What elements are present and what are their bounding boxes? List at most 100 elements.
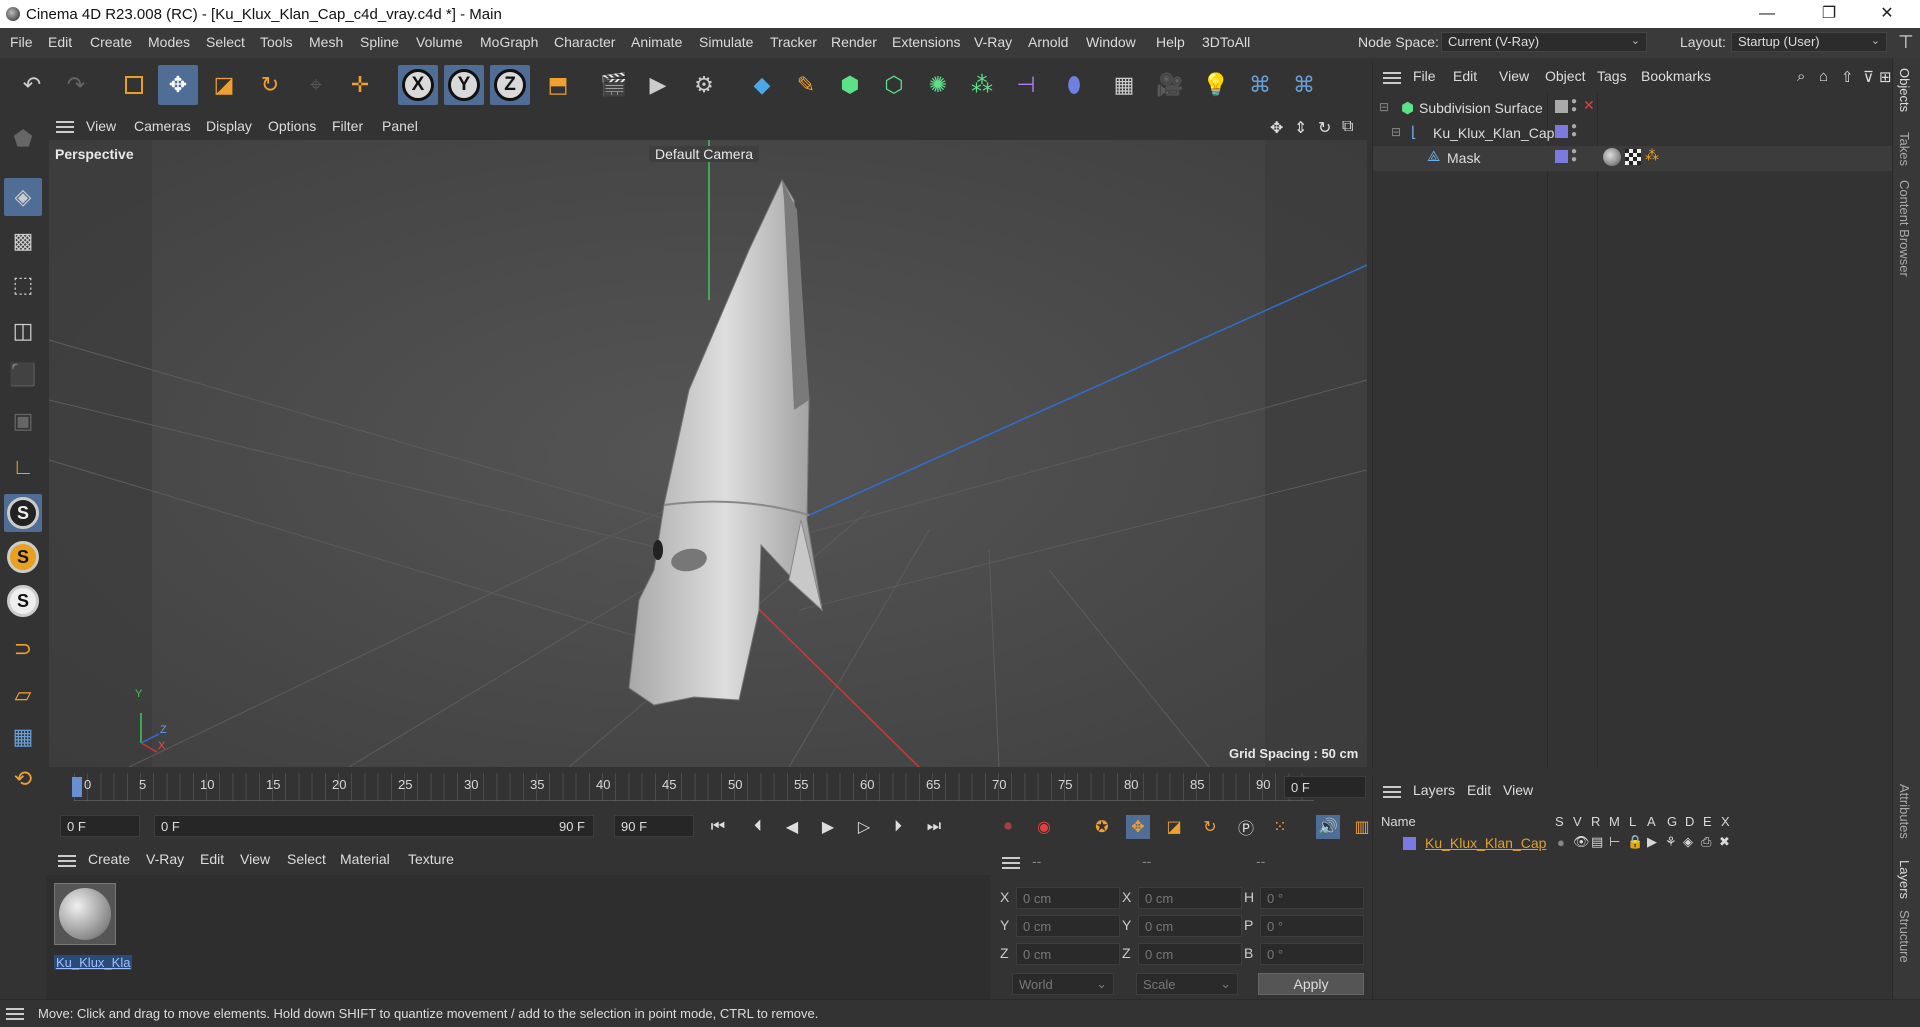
move-icon[interactable]: ✥ [158, 65, 198, 105]
menu-simulate[interactable]: Simulate [699, 34, 753, 50]
layer-menu-view[interactable]: View [1503, 782, 1533, 798]
planar-workplane-icon[interactable]: ⟲ [4, 760, 42, 798]
deformer-icon[interactable]: ⊣ [1006, 65, 1046, 105]
material-menu-texture[interactable]: Texture [408, 851, 454, 867]
key-scale-icon[interactable]: ◪ [1162, 815, 1186, 839]
object-name[interactable]: Mask [1447, 150, 1480, 166]
film-icon[interactable]: ▥ [1350, 815, 1374, 839]
viewport-menu-options[interactable]: Options [268, 118, 316, 134]
points-mode-icon[interactable]: ⬚ [4, 266, 42, 304]
size-mode-dropdown[interactable]: Scale ⌄ [1136, 973, 1238, 995]
visibility-dots-icon[interactable]: ● ● [1571, 122, 1577, 140]
workplane-icon[interactable]: ▱ [4, 676, 42, 714]
preview-range-slider[interactable]: 0 F 90 F [154, 815, 594, 837]
menu-mesh[interactable]: Mesh [309, 34, 343, 50]
size-x-field[interactable]: 0 cm [1138, 887, 1242, 909]
tab-content-browser[interactable]: Content Browser [1897, 180, 1912, 277]
minimize-button[interactable]: — [1744, 2, 1790, 26]
lock-icon[interactable]: 🔒 [1627, 834, 1643, 850]
home-icon[interactable]: ⌂ [1819, 68, 1828, 85]
subdivision-icon[interactable]: ⬢ [830, 65, 870, 105]
viewport-menu-cameras[interactable]: Cameras [134, 118, 191, 134]
object-menu-tags[interactable]: Tags [1597, 68, 1627, 84]
3d-viewport[interactable]: Perspective Default Camera Grid Spacing … [49, 140, 1367, 767]
timeline-playhead[interactable] [72, 777, 82, 797]
generator-flag-icon[interactable]: ⚘ [1665, 834, 1677, 850]
pin-icon[interactable]: ⊤ [1898, 32, 1914, 53]
camera-icon[interactable]: 🎥 [1150, 65, 1190, 105]
polygons-mode-icon[interactable]: ⬛ [4, 356, 42, 394]
snap-icon[interactable]: S [4, 494, 42, 532]
menu-vray[interactable]: V-Ray [974, 34, 1012, 50]
x-axis-icon[interactable]: X [398, 65, 438, 105]
go-to-start-icon[interactable]: ⏮ [706, 815, 730, 839]
menu-select[interactable]: Select [206, 34, 245, 50]
layer-color-swatch[interactable] [1555, 125, 1568, 138]
object-menu-icon[interactable] [1383, 72, 1401, 84]
manager-flag-icon[interactable]: ⊢ [1609, 834, 1620, 850]
current-frame-field[interactable]: 0 F [1284, 776, 1366, 798]
viewport-menu-view[interactable]: View [86, 118, 116, 134]
tab-takes[interactable]: Takes [1897, 132, 1912, 166]
object-menu-view[interactable]: View [1499, 68, 1529, 84]
texture-mode-icon[interactable]: ▩ [4, 222, 42, 260]
apply-button[interactable]: Apply [1258, 973, 1364, 995]
coord-system-icon[interactable]: ⬒ [538, 65, 578, 105]
visibility-dots-icon[interactable]: ● ● [1571, 147, 1577, 165]
redo-icon[interactable]: ↷ [56, 65, 96, 105]
play-icon[interactable]: ▶ [816, 815, 840, 839]
object-row-cap[interactable]: ⊟ ⌊ Ku_Klux_Klan_Cap ● ● [1373, 121, 1893, 146]
layer-menu-icon[interactable] [1383, 786, 1401, 798]
pos-x-field[interactable]: 0 cm [1016, 887, 1120, 909]
cloner-icon[interactable]: ✺ [918, 65, 958, 105]
eye-icon[interactable]: 👁 [1573, 834, 1590, 850]
camera-name-label[interactable]: Default Camera [649, 146, 760, 162]
layer-menu-layers[interactable]: Layers [1413, 782, 1455, 798]
size-y-field[interactable]: 0 cm [1138, 915, 1242, 937]
render-flag-icon[interactable]: ▤ [1591, 834, 1603, 850]
tab-attributes[interactable]: Attributes [1897, 784, 1912, 839]
next-frame-icon[interactable]: ▷ [852, 815, 876, 839]
menu-window[interactable]: Window [1086, 34, 1136, 50]
filter-icon[interactable]: ⊽ [1863, 68, 1874, 86]
y-axis-icon[interactable]: Y [444, 65, 484, 105]
timeline-ruler[interactable]: 0 5 10 15 20 25 30 35 40 45 50 55 60 65 … [46, 767, 1372, 807]
size-z-field[interactable]: 0 cm [1138, 943, 1242, 965]
deformer-flag-icon[interactable]: ◈ [1683, 834, 1693, 850]
model-mode-icon[interactable]: ◈ [4, 178, 42, 216]
menu-modes[interactable]: Modes [148, 34, 190, 50]
menu-edit[interactable]: Edit [48, 34, 72, 50]
tab-objects[interactable]: Objects [1897, 68, 1912, 112]
start-frame-field[interactable]: 0 F [60, 815, 140, 837]
restore-button[interactable]: ❐ [1806, 2, 1852, 26]
python-icon-2[interactable]: ⌘ [1284, 65, 1324, 105]
record-icon[interactable]: ⏺ [996, 815, 1020, 839]
object-name[interactable]: Subdivision Surface [1419, 100, 1543, 116]
material-menu-view[interactable]: View [240, 851, 270, 867]
sound-icon[interactable]: 🔊 [1316, 815, 1340, 839]
floor-icon[interactable]: ▦ [1104, 65, 1144, 105]
viewport-menu-icon[interactable] [56, 121, 74, 133]
coordinates-menu-icon[interactable] [1002, 857, 1020, 869]
vray-tag-icon[interactable]: ⁂ [1645, 147, 1659, 164]
undo-icon[interactable]: ↶ [12, 65, 52, 105]
layer-color-swatch[interactable] [1555, 150, 1568, 163]
snap-3d-icon[interactable]: S [4, 582, 42, 620]
xref-flag-icon[interactable]: ✖ [1719, 834, 1730, 850]
menu-create[interactable]: Create [90, 34, 132, 50]
end-frame-field[interactable]: 90 F [614, 815, 694, 837]
key-parameter-icon[interactable]: Ⓟ [1234, 815, 1258, 839]
locked-workplane-icon[interactable]: ▦ [4, 718, 42, 756]
previous-frame-icon[interactable]: ◀ [780, 815, 804, 839]
light-icon[interactable]: 💡 [1196, 65, 1236, 105]
menu-character[interactable]: Character [554, 34, 615, 50]
menu-render[interactable]: Render [831, 34, 877, 50]
key-pla-icon[interactable]: ⁙ [1268, 815, 1292, 839]
object-menu-object[interactable]: Object [1545, 68, 1585, 84]
material-thumbnail[interactable] [54, 883, 116, 945]
material-menu-select[interactable]: Select [287, 851, 326, 867]
material-menu-edit[interactable]: Edit [200, 851, 224, 867]
rot-b-field[interactable]: 0 ° [1260, 943, 1364, 965]
uvw-tag-icon[interactable] [1625, 149, 1641, 165]
field-icon[interactable]: ⬮ [1054, 65, 1094, 105]
